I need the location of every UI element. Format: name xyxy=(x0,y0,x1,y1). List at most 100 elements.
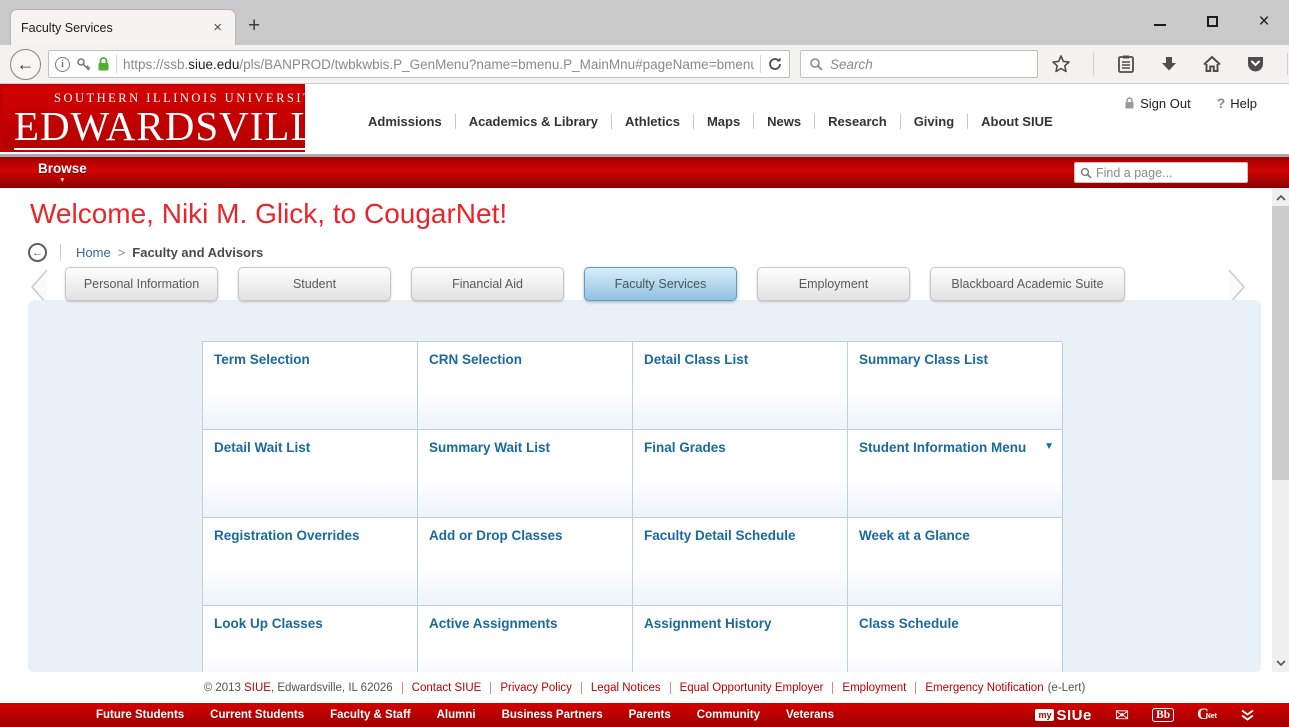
bottom-icons: my SIUe ✉ Bb C Net xyxy=(1035,707,1255,724)
menu-item-class-schedule[interactable]: Class Schedule xyxy=(848,606,1063,672)
menu-item-registration-overrides[interactable]: Registration Overrides xyxy=(203,518,418,606)
bottom-link-community[interactable]: Community xyxy=(697,709,760,721)
close-button[interactable]: × xyxy=(1253,10,1275,32)
nav-item-about[interactable]: About SIUE xyxy=(968,114,1066,129)
tab-blackboard[interactable]: Blackboard Academic Suite xyxy=(930,267,1125,301)
nav-item-athletics[interactable]: Athletics xyxy=(612,114,694,129)
menu-item-faculty-detail-schedule[interactable]: Faculty Detail Schedule xyxy=(633,518,848,606)
minimize-icon xyxy=(1154,24,1166,26)
tab-employment[interactable]: Employment xyxy=(757,267,910,301)
page-footer: © 2013 SIUE, Edwardsville, IL 62026 Cont… xyxy=(0,672,1289,703)
menu-item-student-information-menu[interactable]: Student Information Menu ▼ xyxy=(848,430,1063,518)
bottom-link-current-students[interactable]: Current Students xyxy=(210,709,304,721)
content-scrollbar[interactable] xyxy=(1272,188,1289,672)
scrollbar-thumb[interactable] xyxy=(1272,206,1289,480)
maximize-icon xyxy=(1206,15,1218,27)
toolbar-icons xyxy=(1050,53,1289,75)
minimize-button[interactable] xyxy=(1149,10,1171,32)
bookmarks-list-icon[interactable] xyxy=(1115,53,1137,75)
expand-down-icon[interactable] xyxy=(1240,709,1255,721)
https-lock-icon[interactable] xyxy=(97,56,110,72)
find-page-input[interactable] xyxy=(1096,165,1242,180)
header-utility: Sign Out ? Help xyxy=(1124,95,1257,111)
browser-tab-title: Faculty Services xyxy=(21,20,113,35)
breadcrumb-current: Faculty and Advisors xyxy=(132,245,264,260)
downloads-icon[interactable] xyxy=(1158,53,1180,75)
nav-item-giving[interactable]: Giving xyxy=(901,114,969,129)
find-search-icon xyxy=(1080,167,1092,179)
bottom-bar: Future Students Current Students Faculty… xyxy=(0,703,1289,727)
menu-item-detail-wait-list[interactable]: Detail Wait List xyxy=(203,430,418,518)
url-text[interactable]: https://ssb.siue.edu/pls/BANPROD/twbkwbi… xyxy=(123,57,754,72)
page-content: Welcome, Niki M. Glick, to CougarNet! ← … xyxy=(0,188,1289,672)
sign-out-link[interactable]: Sign Out xyxy=(1124,96,1191,111)
browser-search[interactable] xyxy=(800,50,1038,78)
menu-item-crn-selection[interactable]: CRN Selection xyxy=(418,342,633,430)
bottom-link-veterans[interactable]: Veterans xyxy=(786,709,834,721)
menu-item-look-up-classes[interactable]: Look Up Classes xyxy=(203,606,418,672)
mail-icon[interactable]: ✉ xyxy=(1115,707,1129,724)
nav-item-admissions[interactable]: Admissions xyxy=(355,114,456,129)
footer-link-eoe[interactable]: Equal Opportunity Employer xyxy=(671,681,834,694)
menu-item-summary-class-list[interactable]: Summary Class List xyxy=(848,342,1063,430)
menu-item-summary-wait-list[interactable]: Summary Wait List xyxy=(418,430,633,518)
siue-logo[interactable]: SOUTHERN ILLINOIS UNIVERSITY EDWARDSVILL… xyxy=(0,84,343,152)
scrollbar-up-icon[interactable] xyxy=(1272,189,1289,206)
menu-item-active-assignments[interactable]: Active Assignments xyxy=(418,606,633,672)
bottom-link-parents[interactable]: Parents xyxy=(629,709,671,721)
window-titlebar: Faculty Services × + × xyxy=(0,0,1289,45)
tab-student[interactable]: Student xyxy=(238,267,391,301)
key-icon[interactable] xyxy=(76,57,91,72)
logo-main-text: EDWARDSVILLE xyxy=(14,103,343,150)
tab-personal-information[interactable]: Personal Information xyxy=(65,267,218,301)
footer-link-privacy[interactable]: Privacy Policy xyxy=(491,681,582,694)
maximize-button[interactable] xyxy=(1201,10,1223,32)
reload-icon[interactable] xyxy=(767,56,783,72)
url-separator xyxy=(116,55,117,73)
nav-item-maps[interactable]: Maps xyxy=(694,114,755,129)
search-input[interactable] xyxy=(830,56,1029,72)
nav-item-research[interactable]: Research xyxy=(815,114,901,129)
tab-faculty-services[interactable]: Faculty Services xyxy=(584,267,737,301)
menu-item-assignment-history[interactable]: Assignment History xyxy=(633,606,848,672)
footer-link-legal[interactable]: Legal Notices xyxy=(582,681,671,694)
footer-link-elert[interactable]: Emergency Notification xyxy=(916,682,1047,694)
new-tab-button[interactable]: + xyxy=(248,14,260,38)
pocket-icon[interactable] xyxy=(1244,53,1266,75)
footer-link-employment[interactable]: Employment xyxy=(833,681,917,694)
find-page-box[interactable] xyxy=(1074,162,1248,183)
breadcrumb-back-icon[interactable]: ← xyxy=(28,243,47,262)
tab-close-icon[interactable]: × xyxy=(210,19,225,36)
breadcrumb-separator: > xyxy=(117,245,126,260)
bottom-link-business-partners[interactable]: Business Partners xyxy=(502,709,603,721)
bottom-link-alumni[interactable]: Alumni xyxy=(437,709,476,721)
info-icon[interactable]: i xyxy=(55,56,70,72)
cougarnet-icon[interactable]: C Net xyxy=(1197,707,1217,723)
tab-financial-aid[interactable]: Financial Aid xyxy=(411,267,564,301)
home-icon[interactable] xyxy=(1201,53,1223,75)
breadcrumb-home-link[interactable]: Home xyxy=(76,245,111,260)
dropdown-arrow-icon[interactable]: ▼ xyxy=(1044,441,1054,452)
back-button[interactable]: ← xyxy=(10,48,41,80)
site-header: SOUTHERN ILLINOIS UNIVERSITY EDWARDSVILL… xyxy=(0,84,1289,154)
menu-item-detail-class-list[interactable]: Detail Class List xyxy=(633,342,848,430)
nav-item-academics[interactable]: Academics & Library xyxy=(456,114,613,129)
browse-menu-button[interactable]: Browse ▼ xyxy=(38,160,87,184)
menu-item-add-or-drop-classes[interactable]: Add or Drop Classes xyxy=(418,518,633,606)
blackboard-icon[interactable]: Bb xyxy=(1152,708,1175,722)
nav-item-news[interactable]: News xyxy=(754,114,816,129)
menu-item-week-at-a-glance[interactable]: Week at a Glance xyxy=(848,518,1063,606)
help-link[interactable]: ? Help xyxy=(1217,95,1257,111)
mysiue-logo[interactable]: my SIUe xyxy=(1035,707,1091,724)
menu-item-final-grades[interactable]: Final Grades xyxy=(633,430,848,518)
menu-item-term-selection[interactable]: Term Selection xyxy=(203,342,418,430)
scrollbar-down-icon[interactable] xyxy=(1272,654,1289,671)
url-bar[interactable]: i https://ssb.siue.edu/pls/BANPROD/twbkw… xyxy=(48,50,790,78)
welcome-heading: Welcome, Niki M. Glick, to CougarNet! xyxy=(30,198,508,229)
bottom-link-future-students[interactable]: Future Students xyxy=(96,709,184,721)
bottom-link-faculty-staff[interactable]: Faculty & Staff xyxy=(330,709,411,721)
elert-suffix: (e-Lert) xyxy=(1047,681,1086,694)
browser-tab[interactable]: Faculty Services × xyxy=(10,9,236,45)
bookmark-star-icon[interactable] xyxy=(1050,53,1072,75)
footer-link-contact[interactable]: Contact SIUE xyxy=(401,681,492,694)
